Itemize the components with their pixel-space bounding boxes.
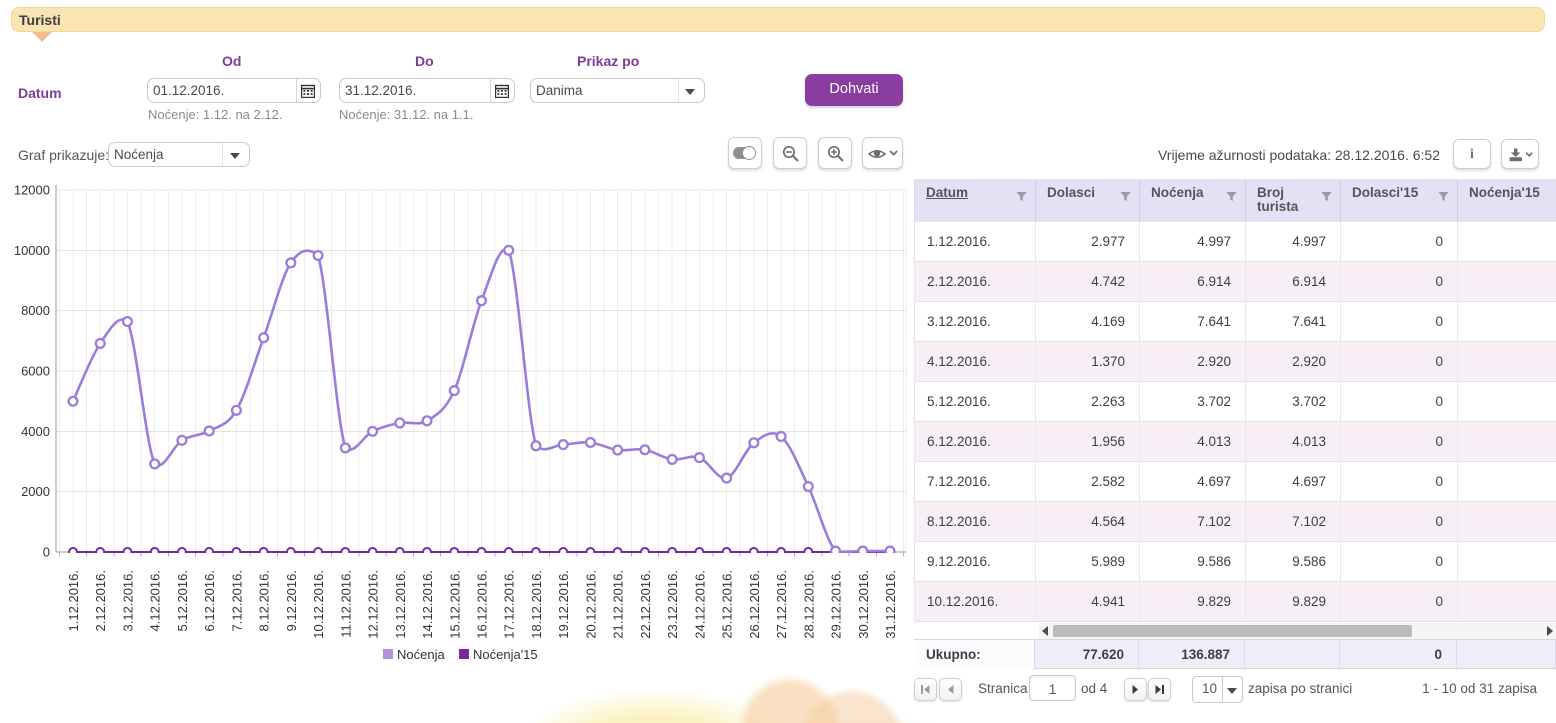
svg-text:6.12.2016.: 6.12.2016. [202,570,217,631]
svg-text:7.12.2016.: 7.12.2016. [229,570,244,631]
svg-text:30.12.2016.: 30.12.2016. [856,570,871,639]
svg-text:0: 0 [43,545,50,560]
svg-text:15.12.2016.: 15.12.2016. [447,570,462,639]
svg-text:8000: 8000 [21,303,50,318]
svg-text:5.12.2016.: 5.12.2016. [175,570,190,631]
svg-text:6000: 6000 [21,364,50,379]
svg-text:9.12.2016.: 9.12.2016. [284,570,299,631]
svg-text:29.12.2016.: 29.12.2016. [829,570,844,639]
svg-text:11.12.2016.: 11.12.2016. [338,570,353,638]
svg-text:12.12.2016.: 12.12.2016. [366,570,381,639]
svg-text:31.12.2016.: 31.12.2016. [883,570,898,639]
svg-text:18.12.2016.: 18.12.2016. [529,570,544,639]
svg-text:4000: 4000 [21,424,50,439]
svg-text:4.12.2016.: 4.12.2016. [148,570,163,631]
svg-text:19.12.2016.: 19.12.2016. [556,570,571,639]
svg-text:13.12.2016.: 13.12.2016. [393,570,408,639]
svg-text:26.12.2016.: 26.12.2016. [747,570,762,639]
svg-text:12000: 12000 [14,183,50,198]
svg-text:22.12.2016.: 22.12.2016. [638,570,653,639]
svg-text:24.12.2016.: 24.12.2016. [692,570,707,639]
svg-text:10.12.2016.: 10.12.2016. [311,570,326,639]
svg-text:25.12.2016.: 25.12.2016. [720,570,735,639]
svg-text:Noćenja: Noćenja [397,647,445,662]
svg-text:27.12.2016.: 27.12.2016. [774,570,789,639]
svg-text:20.12.2016.: 20.12.2016. [583,570,598,639]
svg-text:2.12.2016.: 2.12.2016. [93,570,108,631]
svg-text:28.12.2016.: 28.12.2016. [801,570,816,639]
svg-text:21.12.2016.: 21.12.2016. [611,570,626,639]
svg-text:2000: 2000 [21,484,50,499]
svg-text:23.12.2016.: 23.12.2016. [665,570,680,639]
svg-text:17.12.2016.: 17.12.2016. [502,570,517,639]
svg-text:14.12.2016.: 14.12.2016. [420,570,435,639]
svg-text:3.12.2016.: 3.12.2016. [121,570,136,631]
svg-text:Noćenja'15: Noćenja'15 [473,647,538,662]
svg-text:1.12.2016.: 1.12.2016. [66,570,81,631]
svg-text:16.12.2016.: 16.12.2016. [475,570,490,639]
svg-text:8.12.2016.: 8.12.2016. [257,570,272,631]
svg-text:10000: 10000 [14,243,50,258]
